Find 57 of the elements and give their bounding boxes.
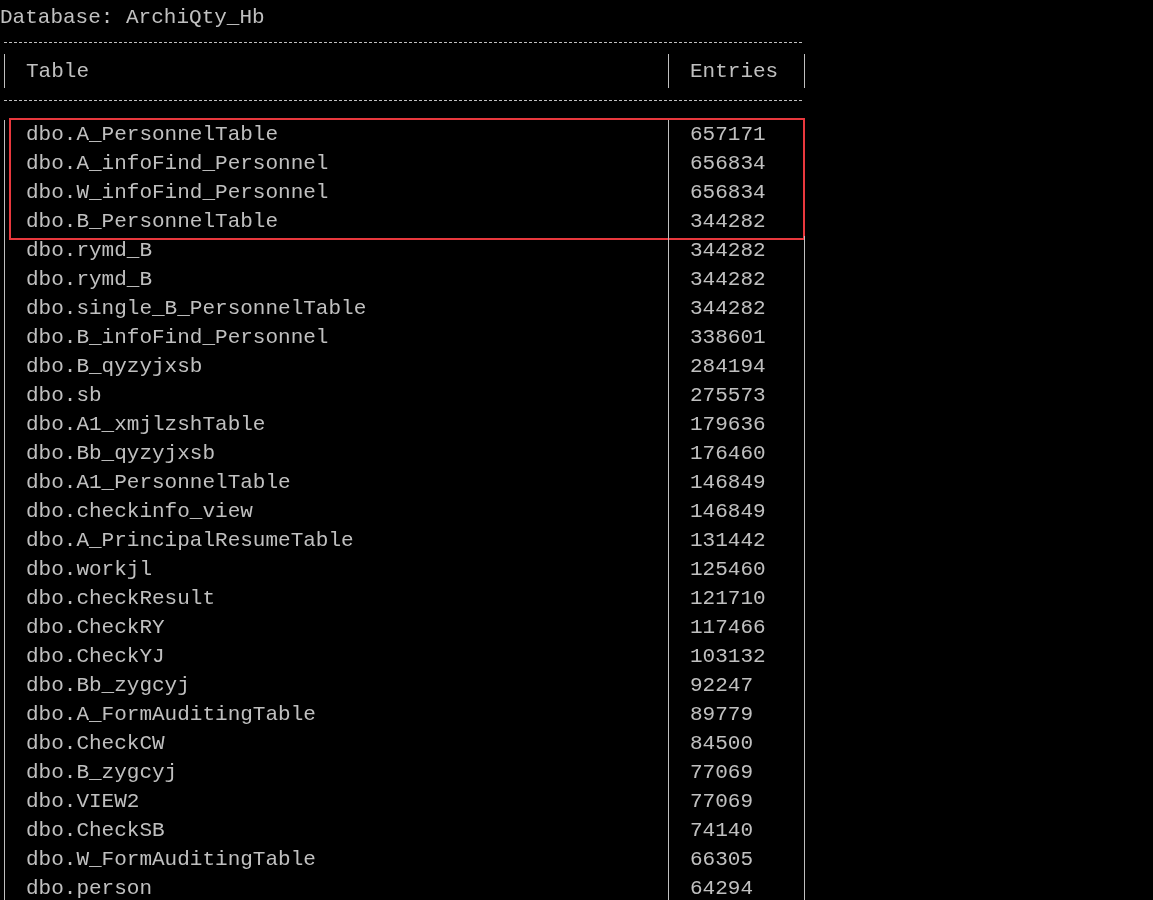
entries-cell: 89779 xyxy=(690,703,753,726)
table-name-cell: dbo.sb xyxy=(26,384,102,407)
table-name-cell: dbo.A_FormAuditingTable xyxy=(26,703,316,726)
table-name-cell: dbo.B_infoFind_Personnel xyxy=(26,326,329,349)
entries-cell: 657171 xyxy=(690,123,766,146)
table-name-cell: dbo.A_PrincipalResumeTable xyxy=(26,529,354,552)
table-name-cell: dbo.checkResult xyxy=(26,587,216,610)
table-name-cell: dbo.A1_xmjlzshTable xyxy=(26,413,266,436)
table-name-cell: dbo.Bb_zygcyj xyxy=(26,674,190,697)
entries-cell: 344282 xyxy=(690,268,766,291)
table-name-cell: dbo.B_zygcyj xyxy=(26,761,178,784)
column-header: Entries xyxy=(690,59,779,83)
entries-cell: 117466 xyxy=(690,616,766,639)
entries-cell: 146849 xyxy=(690,471,766,494)
entries-cell: 344282 xyxy=(690,297,766,320)
table-name-cell: dbo.B_qyzyjxsb xyxy=(26,355,203,378)
table-name-cell: dbo.rymd_B xyxy=(26,239,153,262)
table-name-cell: dbo.Bb_qyzyjxsb xyxy=(26,442,216,465)
table-name-cell: dbo.CheckSB xyxy=(26,819,165,842)
entries-cell: 344282 xyxy=(690,239,766,262)
table-name-cell: dbo.A1_PersonnelTable xyxy=(26,471,291,494)
entries-cell: 344282 xyxy=(690,210,766,233)
table-name-cell: dbo.W_FormAuditingTable xyxy=(26,848,316,871)
entries-cell: 176460 xyxy=(690,442,766,465)
entries-cell: 74140 xyxy=(690,819,753,842)
entries-cell: 338601 xyxy=(690,326,766,349)
entries-cell: 77069 xyxy=(690,761,753,784)
table-name-cell: dbo.workjl xyxy=(26,558,153,581)
table-name-cell: dbo.person xyxy=(26,877,153,900)
entries-cell: 103132 xyxy=(690,645,766,668)
table-name-cell: dbo.VIEW2 xyxy=(26,790,140,813)
entries-cell: 84500 xyxy=(690,732,753,755)
table-name-cell: dbo.rymd_B xyxy=(26,268,153,291)
table-name-cell: dbo.W_infoFind_Personnel xyxy=(26,181,329,204)
table-name-cell: dbo.B_PersonnelTable xyxy=(26,210,279,233)
entries-cell: 284194 xyxy=(690,355,766,378)
entries-cell: 656834 xyxy=(690,152,766,175)
entries-cell: 656834 xyxy=(690,181,766,204)
entries-cell: 77069 xyxy=(690,790,753,813)
table-name-cell: dbo.A_infoFind_Personnel xyxy=(26,152,329,175)
table-name-cell: dbo.A_PersonnelTable xyxy=(26,123,279,146)
entries-cell: 64294 xyxy=(690,877,753,900)
column-header: Table xyxy=(26,59,89,83)
entries-cell: 179636 xyxy=(690,413,766,436)
table-name-cell: dbo.CheckRY xyxy=(26,616,165,639)
entries-cell: 131442 xyxy=(690,529,766,552)
entries-cell: 121710 xyxy=(690,587,766,610)
entries-cell: 125460 xyxy=(690,558,766,581)
entries-cell: 66305 xyxy=(690,848,753,871)
entries-cell: 146849 xyxy=(690,500,766,523)
entries-cell: 92247 xyxy=(690,674,753,697)
database-name: Database: ArchiQty_Hb xyxy=(0,5,265,30)
table-name-cell: dbo.CheckYJ xyxy=(26,645,165,668)
entries-cell: 275573 xyxy=(690,384,766,407)
table-name-cell: dbo.checkinfo_view xyxy=(26,500,253,523)
table-name-cell: dbo.single_B_PersonnelTable xyxy=(26,297,367,320)
table-name-cell: dbo.CheckCW xyxy=(26,732,165,755)
